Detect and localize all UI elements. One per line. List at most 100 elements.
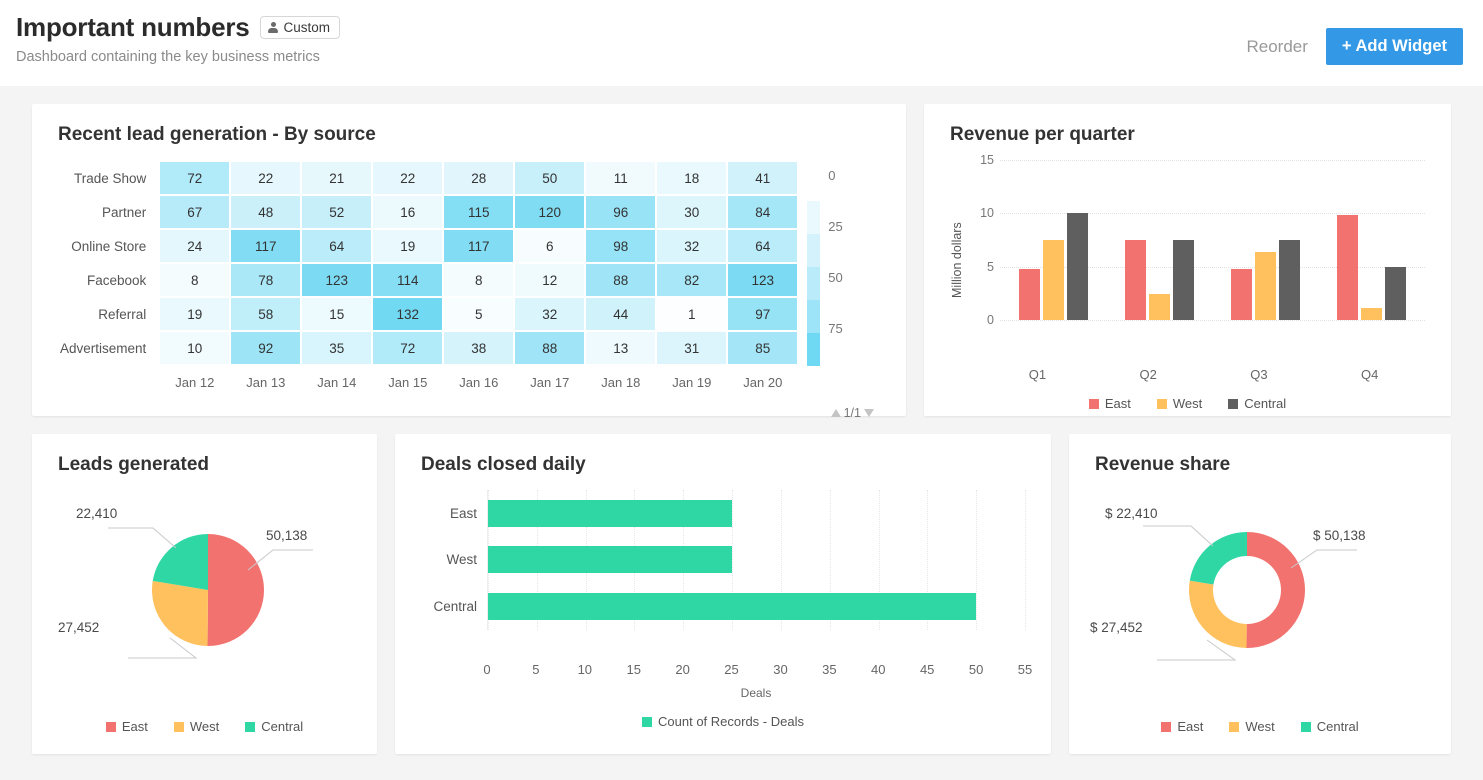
legend-item[interactable]: Count of Records - Deals — [642, 714, 804, 729]
custom-badge[interactable]: Custom — [259, 16, 341, 39]
bar[interactable] — [488, 499, 733, 527]
heatmap-cell[interactable]: 32 — [657, 230, 727, 262]
heatmap-cell[interactable]: 72 — [160, 162, 230, 194]
legend-item[interactable]: East — [1161, 719, 1203, 734]
heatmap-cell[interactable]: 97 — [728, 298, 798, 330]
heatmap-cell[interactable]: 67 — [160, 196, 230, 228]
page-up-icon[interactable] — [830, 409, 841, 417]
heatmap-cell[interactable]: 117 — [231, 230, 301, 262]
heatmap-cell[interactable]: 28 — [444, 162, 514, 194]
heatmap-cell[interactable]: 114 — [373, 264, 443, 296]
pie-slice[interactable] — [1189, 580, 1247, 648]
heatmap-cell[interactable]: 12 — [515, 264, 585, 296]
legend-item[interactable]: West — [1229, 719, 1275, 734]
leader-line — [1290, 549, 1357, 569]
heatmap-cell[interactable]: 52 — [302, 196, 372, 228]
heatmap-cell[interactable]: 98 — [586, 230, 656, 262]
heatmap-cell[interactable]: 35 — [302, 332, 372, 364]
heatmap-cell[interactable]: 64 — [728, 230, 798, 262]
legend-item[interactable]: East — [1088, 396, 1131, 411]
heatmap-cell[interactable]: 30 — [657, 196, 727, 228]
legend-label: West — [1245, 719, 1275, 734]
heatmap-cell[interactable]: 6 — [515, 230, 585, 262]
heatmap-column-label: Jan 18 — [601, 375, 641, 390]
heatmap-cell[interactable]: 31 — [657, 332, 727, 364]
bar[interactable] — [1172, 240, 1194, 320]
heatmap-cell[interactable]: 13 — [586, 332, 656, 364]
heatmap-cell[interactable]: 123 — [302, 264, 372, 296]
heatmap-cell[interactable]: 41 — [728, 162, 798, 194]
bar[interactable] — [488, 593, 977, 621]
legend-item[interactable]: Central — [1228, 396, 1286, 411]
bar[interactable] — [1124, 240, 1146, 320]
heatmap-cell[interactable]: 132 — [373, 298, 443, 330]
pie-slice[interactable] — [207, 534, 265, 646]
heatmap-cell[interactable]: 88 — [586, 264, 656, 296]
heatmap-row-label: Trade Show — [74, 170, 147, 186]
heatmap-cell[interactable]: 44 — [586, 298, 656, 330]
heatmap-cell[interactable]: 85 — [728, 332, 798, 364]
heatmap-cell[interactable]: 5 — [444, 298, 514, 330]
heatmap-cell[interactable]: 117 — [444, 230, 514, 262]
add-widget-button[interactable]: + Add Widget — [1325, 28, 1463, 65]
bar[interactable] — [1066, 213, 1088, 320]
bar[interactable] — [1018, 268, 1040, 320]
heatmap-cell[interactable]: 22 — [373, 162, 443, 194]
heatmap-cell[interactable]: 16 — [373, 196, 443, 228]
pie-slice[interactable] — [1246, 532, 1306, 648]
heatmap-cell[interactable]: 8 — [444, 264, 514, 296]
legend-label: East — [121, 719, 148, 734]
heatmap-cell[interactable]: 92 — [231, 332, 301, 364]
heatmap-cell[interactable]: 21 — [302, 162, 372, 194]
colorbar-step — [807, 300, 821, 333]
heatmap-cell[interactable]: 10 — [160, 332, 230, 364]
heatmap-cell[interactable]: 8 — [160, 264, 230, 296]
heatmap-cell[interactable]: 38 — [444, 332, 514, 364]
heatmap-cell[interactable]: 19 — [160, 298, 230, 330]
bar[interactable] — [1042, 240, 1064, 320]
heatmap-cell[interactable]: 48 — [231, 196, 301, 228]
heatmap-cell[interactable]: 1 — [657, 298, 727, 330]
heatmap-cell[interactable]: 88 — [515, 332, 585, 364]
legend-item[interactable]: West — [173, 719, 219, 734]
page-down-icon[interactable] — [864, 409, 874, 417]
heatmap-cell[interactable]: 115 — [444, 196, 514, 228]
colorbar-gradient — [807, 168, 821, 366]
heatmap-cell[interactable]: 15 — [302, 298, 372, 330]
pie-slice[interactable] — [151, 580, 208, 646]
heatmap-cell[interactable]: 96 — [586, 196, 656, 228]
heatmap-cell[interactable]: 72 — [373, 332, 443, 364]
widget-title: Revenue share — [1095, 454, 1231, 475]
heatmap-cell[interactable]: 64 — [302, 230, 372, 262]
heatmap-cell[interactable]: 82 — [657, 264, 727, 296]
bar[interactable] — [1148, 294, 1170, 320]
bar[interactable] — [1279, 240, 1301, 320]
heatmap-cell[interactable]: 50 — [515, 162, 585, 194]
heatmap-cell[interactable]: 24 — [160, 230, 230, 262]
legend-item[interactable]: East — [105, 719, 148, 734]
bar[interactable] — [1255, 251, 1277, 320]
bar[interactable] — [1385, 266, 1407, 320]
legend-item[interactable]: Central — [245, 719, 303, 734]
pie-slice[interactable] — [1189, 532, 1247, 585]
heatmap-cell[interactable]: 19 — [373, 230, 443, 262]
heatmap-cell[interactable]: 78 — [231, 264, 301, 296]
bar[interactable] — [1337, 215, 1359, 320]
pie-slice[interactable] — [152, 534, 208, 590]
bar[interactable] — [1231, 268, 1253, 320]
heatmap-cell[interactable]: 32 — [515, 298, 585, 330]
heatmap-cell[interactable]: 58 — [231, 298, 301, 330]
legend-item[interactable]: Central — [1300, 719, 1359, 734]
heatmap-cell[interactable]: 123 — [728, 264, 798, 296]
heatmap-cell[interactable]: 84 — [728, 196, 798, 228]
bar-chart-area: Million dollars 0 5 10 15 — [950, 153, 1425, 360]
heatmap-cell[interactable]: 18 — [657, 162, 727, 194]
bar[interactable] — [1361, 308, 1383, 320]
heatmap-cell[interactable]: 22 — [231, 162, 301, 194]
legend-item[interactable]: West — [1156, 396, 1202, 411]
heatmap-cell[interactable]: 120 — [515, 196, 585, 228]
reorder-link[interactable]: Reorder — [1246, 37, 1307, 57]
heatmap-cell[interactable]: 11 — [586, 162, 656, 194]
bar[interactable] — [488, 546, 733, 574]
legend-label: Central — [1316, 719, 1359, 734]
